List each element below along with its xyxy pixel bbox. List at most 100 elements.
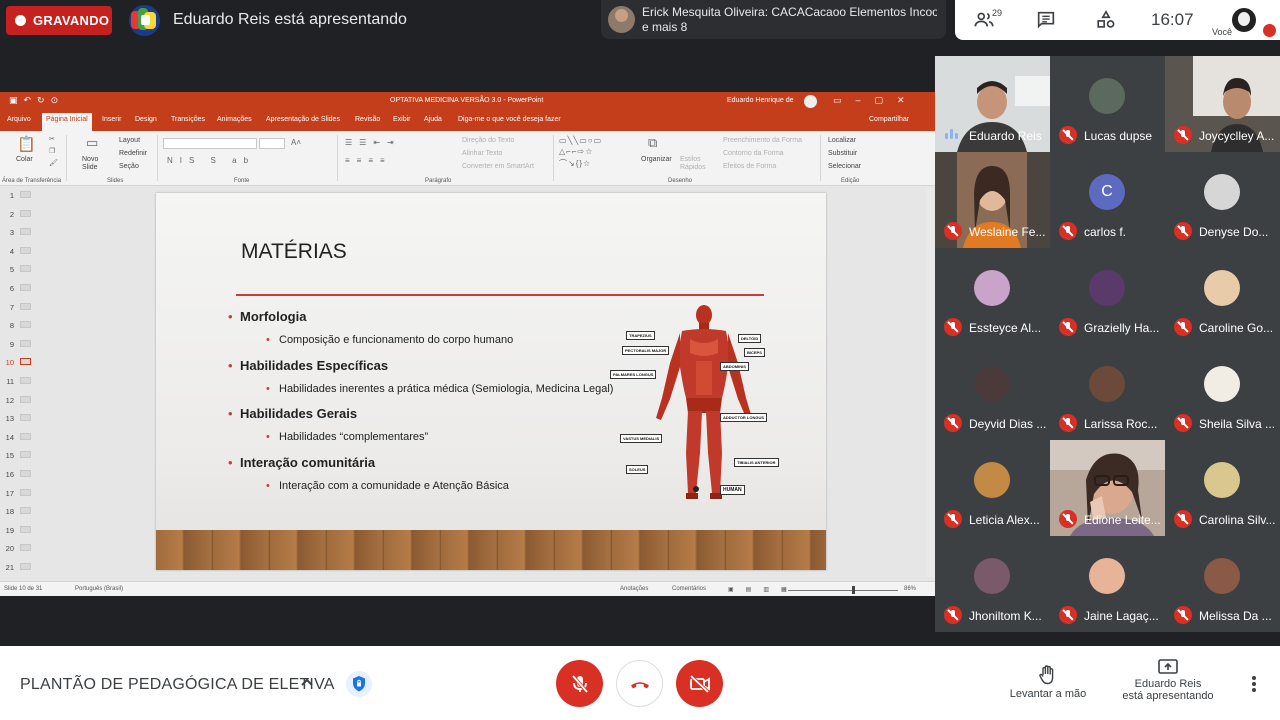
participant-tile[interactable]: Edione Leite... xyxy=(1050,440,1165,536)
slide-thumbnail[interactable]: 18 xyxy=(0,503,53,521)
shapes-gallery-icon-row2[interactable]: △⌐⌐⇨☆ xyxy=(559,147,593,156)
slide-thumbnail[interactable]: 16 xyxy=(0,466,53,484)
slide-thumbnail[interactable]: 4 xyxy=(0,243,53,261)
zoom-slider[interactable] xyxy=(788,590,898,591)
layout-button[interactable]: Layout xyxy=(119,137,140,144)
mic-toggle-button[interactable] xyxy=(556,660,603,707)
format-painter-icon[interactable]: 🖌 xyxy=(49,159,58,167)
shapes-gallery-icon-row3[interactable]: ⌒↘{}☆ xyxy=(559,158,591,169)
slide-thumbnail[interactable]: 5 xyxy=(0,261,53,279)
shapes-gallery-icon[interactable]: ▭╲╲▭○▭ xyxy=(559,136,602,145)
participant-tile[interactable]: Jhoniltom K... xyxy=(935,536,1050,632)
tab-transicoes[interactable]: Transições xyxy=(171,116,205,123)
zoom-slider-handle[interactable] xyxy=(852,586,855,594)
participant-tile[interactable]: Grazielly Ha... xyxy=(1050,248,1165,344)
share-button[interactable]: Compartilhar xyxy=(869,116,909,123)
participant-tile[interactable]: C carlos f. xyxy=(1050,152,1165,248)
convert-smartart-button[interactable]: Converter em SmartArt xyxy=(462,163,534,170)
chat-icon[interactable] xyxy=(1035,9,1057,31)
cut-icon[interactable]: ✂ xyxy=(49,135,55,143)
tab-revisao[interactable]: Revisão xyxy=(355,116,380,123)
tab-exibir[interactable]: Exibir xyxy=(393,116,411,123)
slide-thumbnail[interactable]: 13 xyxy=(0,410,53,428)
section-button[interactable]: Seção xyxy=(119,163,139,170)
camera-toggle-button[interactable] xyxy=(676,660,723,707)
find-button[interactable]: Localizar xyxy=(828,137,856,144)
shape-effects-button[interactable]: Efeitos de Forma xyxy=(723,163,776,170)
arrange-button[interactable]: Organizar xyxy=(641,156,672,163)
paste-icon[interactable]: 📋 xyxy=(17,135,36,153)
slide-thumbnail[interactable]: 20 xyxy=(0,540,53,558)
slide-thumbnail[interactable]: 3 xyxy=(0,224,53,242)
tab-animacoes[interactable]: Animações xyxy=(217,116,252,123)
slide-thumbnail[interactable]: 1 xyxy=(0,187,53,205)
participant-tile[interactable]: Weslaine Fe... xyxy=(935,152,1050,248)
participant-tile[interactable]: Denyse Do... xyxy=(1165,152,1280,248)
zoom-level[interactable]: 86% xyxy=(904,586,916,592)
font-grow-icon[interactable]: A˄ xyxy=(291,138,301,147)
copy-icon[interactable]: ❐ xyxy=(49,147,55,155)
participant-tile[interactable]: Caroline Go... xyxy=(1165,248,1280,344)
font-format-icons[interactable]: NIS S ab xyxy=(167,156,255,165)
quick-access-icons[interactable]: ▣↶↻⊙ xyxy=(9,95,64,106)
vertical-scrollbar[interactable] xyxy=(926,187,935,577)
paste-button[interactable]: Colar xyxy=(16,156,33,163)
participant-tile[interactable]: Leticia Alex... xyxy=(935,440,1050,536)
meeting-safety-button[interactable] xyxy=(346,671,372,697)
slide-thumbnail[interactable]: 8 xyxy=(0,317,53,335)
tab-inserir[interactable]: Inserir xyxy=(102,116,121,123)
tell-me-search[interactable]: Diga-me o que você deseja fazer xyxy=(458,116,561,123)
quick-styles-button[interactable]: Estilos Rápidos xyxy=(680,156,706,172)
align-text-button[interactable]: Alinhar Texto xyxy=(462,150,502,157)
replace-button[interactable]: Substituir xyxy=(828,150,857,157)
raise-hand-button[interactable]: Levantar a mão xyxy=(1003,664,1093,700)
slide-thumbnail[interactable]: 10 xyxy=(0,354,53,372)
slide-thumbnail[interactable]: 7 xyxy=(0,299,53,317)
slide-thumbnail[interactable]: 2 xyxy=(0,206,53,224)
tab-apresentacao[interactable]: Apresentação de Slides xyxy=(266,116,340,123)
slide-thumbnail[interactable]: 15 xyxy=(0,447,53,465)
participant-tile[interactable]: Eduardo Reis xyxy=(935,56,1050,152)
participant-tile[interactable]: Larissa Roc... xyxy=(1050,344,1165,440)
participant-tile[interactable]: Joycyclley A... xyxy=(1165,56,1280,152)
select-button[interactable]: Selecionar xyxy=(828,163,861,170)
font-size-field[interactable] xyxy=(259,138,285,149)
participant-tile[interactable]: Deyvid Dias ... xyxy=(935,344,1050,440)
new-slide-button[interactable]: Novo Slide xyxy=(82,156,106,172)
reset-button[interactable]: Redefinir xyxy=(119,150,147,157)
participant-tile[interactable]: Jaine Lagaç... xyxy=(1050,536,1165,632)
comments-button[interactable]: Comentários xyxy=(672,586,706,592)
shape-outline-button[interactable]: Contorno da Forma xyxy=(723,150,784,157)
text-direction-button[interactable]: Direção do Texto xyxy=(462,137,514,144)
new-slide-icon[interactable]: ▭ xyxy=(86,135,98,151)
slide-thumbnail[interactable]: 9 xyxy=(0,336,53,354)
leave-call-button[interactable] xyxy=(616,660,663,707)
slide-thumbnail[interactable]: 19 xyxy=(0,522,53,540)
window-controls-icons[interactable]: ▭–▢✕ xyxy=(833,95,919,106)
participant-tile[interactable]: Lucas dupse xyxy=(1050,56,1165,152)
participant-tile[interactable]: Melissa Da ... xyxy=(1165,536,1280,632)
tab-arquivo[interactable]: Arquivo xyxy=(7,116,31,123)
list-icons[interactable]: ☰☰⇤⇥ xyxy=(345,138,401,147)
tab-ajuda[interactable]: Ajuda xyxy=(424,116,442,123)
align-icons[interactable]: ≡≡≡≡ xyxy=(345,156,392,165)
participant-tile[interactable]: Sheila Silva ... xyxy=(1165,344,1280,440)
notes-button[interactable]: Anotações xyxy=(620,586,648,592)
chevron-up-icon[interactable] xyxy=(300,675,314,689)
meeting-title[interactable]: PLANTÃO DE PEDAGÓGICA DE ELETIVA xyxy=(20,676,335,694)
shape-fill-button[interactable]: Preenchimento da Forma xyxy=(723,137,802,144)
slide-thumbnail[interactable]: 14 xyxy=(0,429,53,447)
presenting-status-button[interactable]: Eduardo Reis está apresentando xyxy=(1113,658,1223,702)
slide-thumbnail[interactable]: 6 xyxy=(0,280,53,298)
arrange-icon[interactable]: ⧉ xyxy=(648,135,657,151)
more-options-icon[interactable] xyxy=(1252,676,1256,694)
activities-icon[interactable] xyxy=(1095,9,1117,31)
slide-thumbnail[interactable]: 12 xyxy=(0,392,53,410)
slide-thumbnail[interactable]: 21 xyxy=(0,559,53,577)
slide-thumbnail[interactable]: 11 xyxy=(0,373,53,391)
font-name-field[interactable] xyxy=(163,138,257,149)
tab-design[interactable]: Design xyxy=(135,116,157,123)
slide-thumbnail[interactable]: 17 xyxy=(0,485,53,503)
participant-tile[interactable]: Essteyce Al... xyxy=(935,248,1050,344)
participant-tile[interactable]: Carolina Silv... xyxy=(1165,440,1280,536)
